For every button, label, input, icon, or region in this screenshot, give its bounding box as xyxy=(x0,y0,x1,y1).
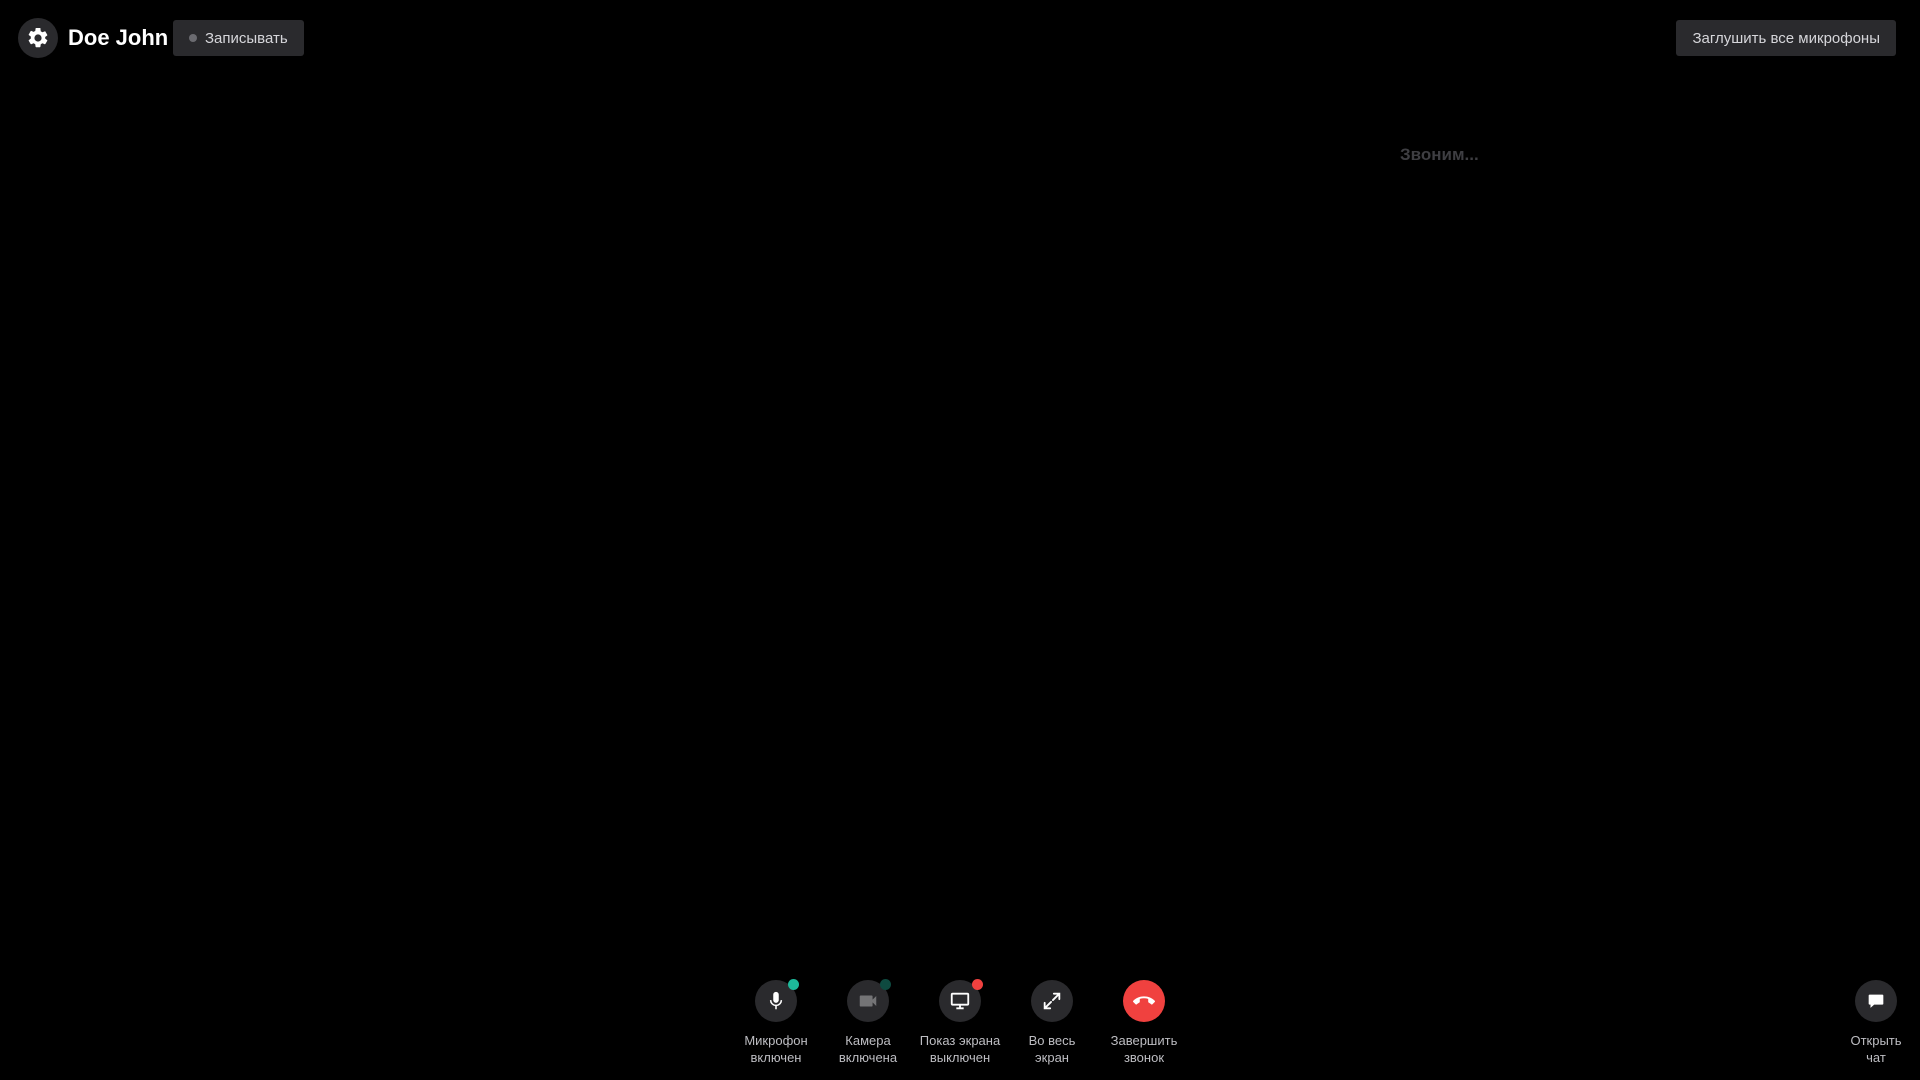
microphone-status-badge xyxy=(788,979,799,990)
end-call-label: Завершить звонок xyxy=(1110,1033,1178,1065)
microphone-label: Микрофон включен xyxy=(744,1033,808,1065)
chat-bubble-icon xyxy=(1865,990,1887,1012)
open-chat-button[interactable]: Открыть чат xyxy=(1830,980,1920,1066)
fullscreen-label: Во весь экран xyxy=(1028,1033,1076,1065)
record-dot-icon xyxy=(189,34,197,42)
microphone-icon xyxy=(765,990,787,1012)
screen-share-label: Показ экрана выключен xyxy=(919,1033,1001,1065)
video-call-screen: Doe John Записывать Заглушить все микроф… xyxy=(0,0,1920,1080)
end-call-button[interactable]: Завершить звонок xyxy=(1098,980,1190,1066)
record-button-label: Записывать xyxy=(205,29,288,47)
mute-all-microphones-button[interactable]: Заглушить все микрофоны xyxy=(1676,20,1896,56)
open-chat-label: Открыть чат xyxy=(1850,1033,1902,1065)
record-button[interactable]: Записывать xyxy=(173,20,304,56)
fullscreen-button[interactable]: Во весь экран xyxy=(1006,980,1098,1066)
call-controls-bar: Микрофон включен Камера включена Показ э… xyxy=(730,979,1190,1066)
settings-button[interactable] xyxy=(18,18,58,58)
mute-all-label: Заглушить все микрофоны xyxy=(1692,29,1880,47)
phone-hangup-icon xyxy=(1133,990,1155,1012)
screen-share-status-badge xyxy=(972,979,983,990)
video-camera-icon xyxy=(857,990,879,1012)
user-name: Doe John xyxy=(68,25,169,50)
camera-label: Камера включена xyxy=(838,1033,898,1065)
screen-share-toggle-button[interactable]: Показ экрана выключен xyxy=(914,979,1006,1066)
microphone-toggle-button[interactable]: Микрофон включен xyxy=(730,979,822,1066)
gear-icon xyxy=(26,26,50,50)
camera-status-badge xyxy=(880,979,891,990)
monitor-icon xyxy=(949,990,971,1012)
call-status-text: Звоним... xyxy=(1400,145,1479,164)
expand-icon xyxy=(1041,990,1063,1012)
camera-toggle-button[interactable]: Камера включена xyxy=(822,979,914,1066)
